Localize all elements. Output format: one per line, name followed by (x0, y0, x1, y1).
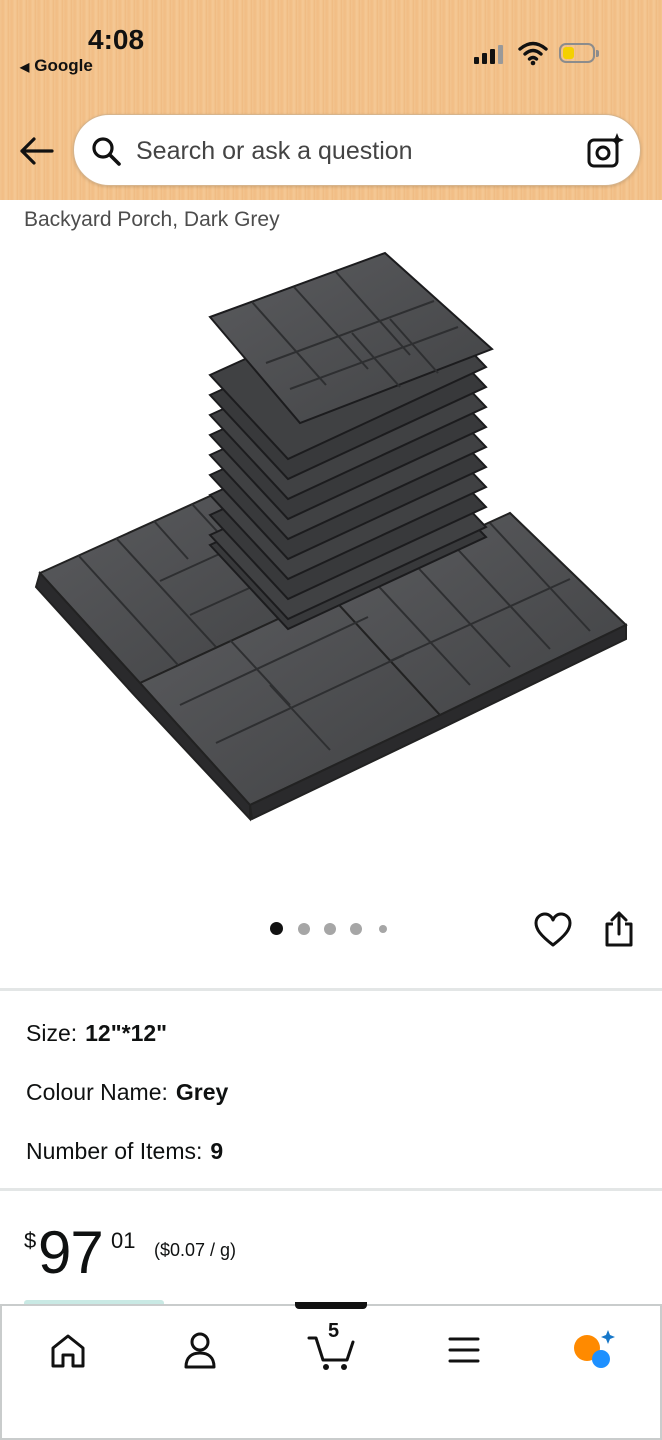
items-value: 9 (210, 1138, 224, 1164)
account-icon[interactable] (176, 1328, 224, 1372)
items-attribute[interactable]: Number of Items: 9 (26, 1138, 223, 1165)
heart-icon[interactable] (534, 912, 572, 948)
size-attribute[interactable]: Size: 12"*12" (26, 1020, 167, 1047)
search-input[interactable]: Search or ask a question (73, 114, 641, 186)
status-time: 4:08 (88, 24, 145, 55)
product-title: Backyard Porch, Dark Grey (24, 208, 280, 231)
colour-value: Grey (175, 1079, 229, 1105)
colour-label: Colour Name: (26, 1079, 168, 1105)
ai-assistant-icon[interactable] (570, 1328, 618, 1372)
header: 4:08 ◀ Google Search or ask a question (0, 0, 662, 200)
carousel-dot[interactable] (379, 925, 387, 933)
share-icon[interactable] (602, 910, 636, 948)
carousel-dot[interactable] (298, 923, 310, 935)
nav-active-indicator (295, 1302, 367, 1309)
back-to-app-link[interactable]: ◀ Google (20, 56, 93, 76)
cart-count-badge: 5 (328, 1320, 340, 1342)
cellular-signal-icon (474, 44, 508, 64)
menu-icon[interactable] (440, 1328, 488, 1372)
items-label: Number of Items: (26, 1138, 203, 1164)
back-triangle-icon: ◀ (20, 60, 30, 74)
size-label: Size: (26, 1020, 78, 1046)
home-icon[interactable] (44, 1328, 92, 1372)
carousel-dot[interactable] (350, 923, 362, 935)
back-arrow-icon[interactable] (18, 134, 56, 168)
product-image[interactable] (30, 245, 630, 865)
carousel-dot[interactable] (324, 923, 336, 935)
search-placeholder: Search or ask a question (136, 137, 413, 165)
unit-price: ($0.07 / g) (154, 1240, 237, 1260)
section-divider (0, 1188, 662, 1191)
wifi-icon (518, 41, 548, 66)
image-carousel-indicator[interactable] (270, 922, 400, 938)
carousel-dot-active[interactable] (270, 922, 283, 935)
section-divider (0, 988, 662, 991)
price-currency: $ (24, 1228, 37, 1253)
price-fraction: 01 (111, 1228, 136, 1253)
size-value: 12"*12" (85, 1020, 168, 1046)
price-whole: 97 (38, 1219, 104, 1286)
camera-lens-icon[interactable] (586, 131, 626, 171)
search-icon (92, 137, 121, 166)
battery-icon (559, 43, 599, 63)
colour-attribute[interactable]: Colour Name: Grey (26, 1079, 228, 1106)
back-app-label: Google (34, 56, 93, 75)
